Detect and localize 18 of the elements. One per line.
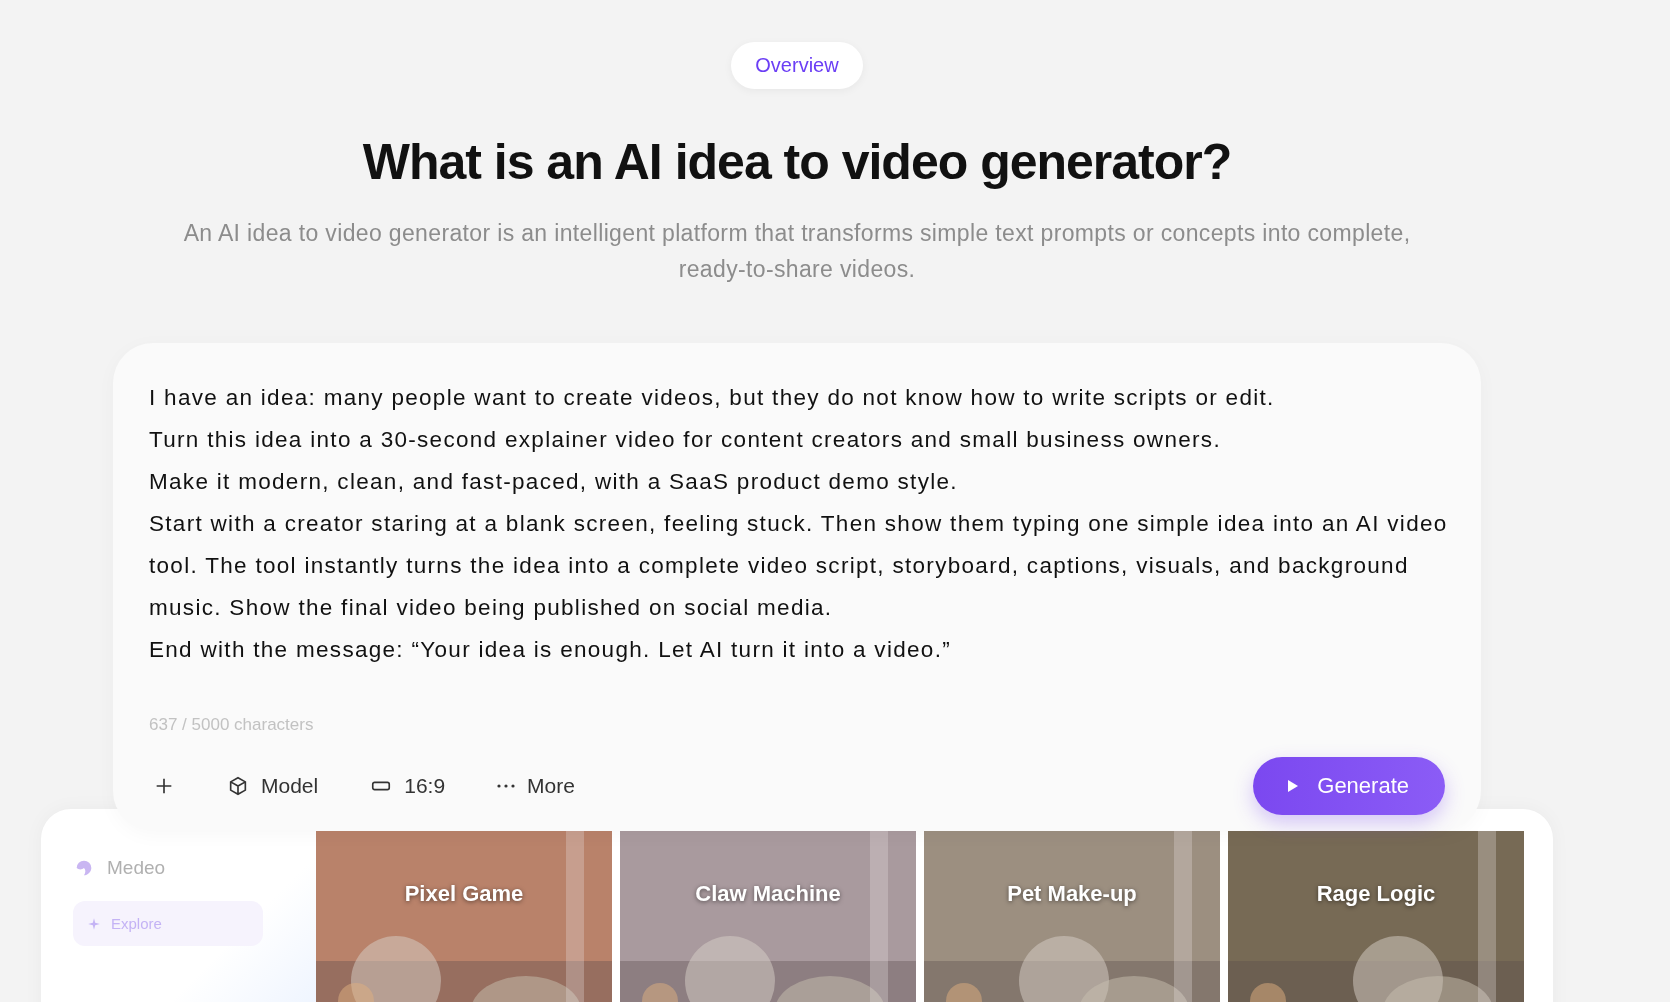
tile-title: Claw Machine: [694, 881, 842, 907]
tile-title: Pet Make-up: [1006, 881, 1138, 907]
play-icon: [1287, 779, 1300, 793]
generate-button[interactable]: Generate: [1253, 757, 1445, 815]
cube-icon: [227, 775, 249, 797]
prompt-panel[interactable]: [113, 343, 1481, 831]
prompt-field[interactable]: I have an idea: many people want to create videos, but they do not know how to write scripts or edit. Turn this idea into a 30-second explainer video for content creators and small business owners. Make it modern, clean, and fast-paced, with a SaaS product demo style. Start with a creator staring at a blank screen, feeling stuck. Then show them typing one simple idea into an AI video tool. The tool instantly turns the idea into a complete video script, storyboard, captions, visuals, and background music. Show the final video being published on social media. End with the message: “Your idea is enough. Let AI turn it into a video.”: [149, 377, 1449, 707]
page-subtitle: An AI idea to video generator is an intelligent platform that transforms simple text prompts or concepts into complete, ready-to-share videos.: [182, 219, 1412, 284]
model-button[interactable]: Model: [223, 770, 323, 802]
more-icon: [497, 784, 516, 788]
brand-name: Medeo: [107, 857, 166, 879]
tile-title: Pixel Game: [403, 881, 525, 907]
more-button[interactable]: More: [493, 770, 579, 802]
overview-badge: Overview: [731, 42, 863, 89]
tile-title: Rage Logic: [1315, 881, 1437, 907]
character-counter: 637 / 5000 characters: [149, 715, 314, 735]
ratio-button[interactable]: 16:9: [366, 770, 450, 802]
page-heading: What is an AI idea to video generator?: [362, 133, 1232, 191]
